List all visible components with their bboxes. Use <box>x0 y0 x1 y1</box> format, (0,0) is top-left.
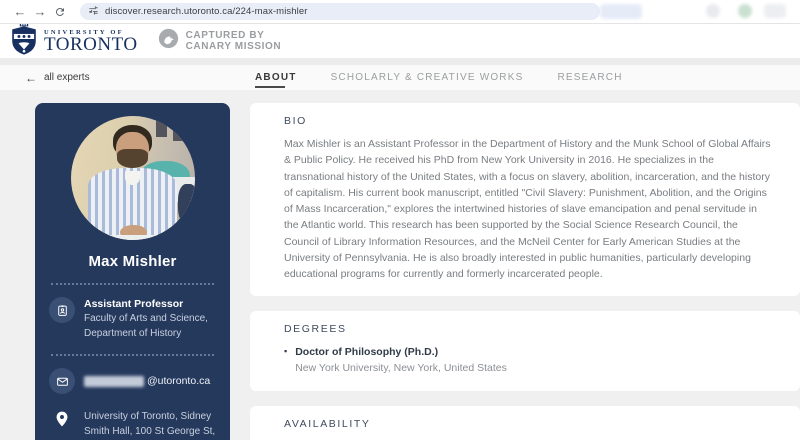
tab-research[interactable]: RESEARCH <box>557 65 622 90</box>
bullet-marker: ▪ <box>284 346 288 357</box>
blurred-menu-icon <box>764 4 786 18</box>
photo-background-window <box>156 118 168 138</box>
browser-forward-icon[interactable]: → <box>30 5 50 18</box>
active-tab-underline <box>255 86 285 88</box>
tab-scholarly-label: SCHOLARLY & CREATIVE WORKS <box>330 72 524 83</box>
tab-research-label: RESEARCH <box>557 72 623 83</box>
back-link-label: all experts <box>44 72 90 83</box>
browser-toolbar: ← → discover.research.utoronto.ca/224-ma… <box>0 0 800 24</box>
degrees-card: DEGREES ▪ Doctor of Philosophy (Ph.D.) N… <box>250 311 800 391</box>
url-text: discover.research.utoronto.ca/224-max-mi… <box>105 6 308 17</box>
back-arrow-icon: ← <box>25 70 37 85</box>
uoft-crest-icon <box>10 22 38 60</box>
bio-text: Max Mishler is an Assistant Professor in… <box>284 138 771 281</box>
availability-card: AVAILABILITY ▪ Masters Research or PhD s… <box>250 405 800 440</box>
role-line2: Department of History <box>84 327 182 339</box>
profile-name: Max Mishler <box>88 253 177 270</box>
redacted-email-username <box>84 375 144 387</box>
email-row: @utoronto.ca <box>35 356 230 395</box>
tab-scholarly-creative-works[interactable]: SCHOLARLY & CREATIVE WORKS <box>331 65 524 90</box>
browser-reload-icon[interactable] <box>50 6 70 18</box>
photo-background-person <box>178 184 195 224</box>
tab-about-label: ABOUT <box>255 72 297 83</box>
bio-card: BIO Max Mishler is an Assistant Professo… <box>250 103 800 297</box>
uoft-logotype[interactable]: UNIVERSITY OF TORONTO <box>44 29 138 55</box>
profile-sidebar-card: Max Mishler Assistant Professor Faculty … <box>35 103 230 440</box>
blurred-browser-element <box>600 4 642 19</box>
address-row: University of Toronto, Sidney Smith Hall… <box>35 394 230 440</box>
tabs: ABOUT SCHOLARLY & CREATIVE WORKS RESEARC… <box>255 65 623 90</box>
blurred-profile-avatar <box>738 4 752 18</box>
main-column: BIO Max Mishler is an Assistant Professo… <box>250 103 800 440</box>
degree-name: Doctor of Philosophy (Ph.D.) <box>295 346 439 359</box>
logo-toronto: TORONTO <box>44 33 138 55</box>
captured-badge-text: CAPTURED BY CANARY MISSION <box>186 30 282 53</box>
address-text: University of Toronto, Sidney Smith Hall… <box>84 411 216 437</box>
location-pin-icon <box>49 410 75 440</box>
degrees-section-title: DEGREES <box>284 323 347 336</box>
captured-line2: CANARY MISSION <box>185 41 282 52</box>
photo-table-edge <box>70 235 195 240</box>
captured-line1: CAPTURED BY <box>185 29 265 41</box>
id-badge-icon <box>49 297 75 323</box>
back-to-all-experts-link[interactable]: ← all experts <box>25 71 90 85</box>
degrees-list: ▪ Doctor of Philosophy (Ph.D.) New York … <box>284 344 774 377</box>
email-icon <box>49 368 75 395</box>
role-title: Assistant Professor <box>84 298 184 310</box>
email-domain: @utoronto.ca <box>147 375 211 388</box>
page-content: Max Mishler Assistant Professor Faculty … <box>0 90 800 440</box>
site-settings-icon[interactable] <box>88 3 99 21</box>
photo-background-window <box>173 120 185 141</box>
tab-about[interactable]: ABOUT <box>255 65 297 90</box>
role-row: Assistant Professor Faculty of Arts and … <box>35 285 230 341</box>
email-text: @utoronto.ca <box>84 375 210 387</box>
bio-section-title: BIO <box>284 115 307 127</box>
browser-back-icon[interactable]: ← <box>10 5 30 18</box>
degree-institution: New York University, New York, United St… <box>295 362 507 375</box>
degree-item: ▪ Doctor of Philosophy (Ph.D.) New York … <box>284 344 774 377</box>
role-text: Assistant Professor Faculty of Arts and … <box>84 297 208 341</box>
profile-photo <box>70 116 195 240</box>
profile-tab-bar: ← all experts ABOUT SCHOLARLY & CREATIVE… <box>0 65 800 90</box>
canary-bird-icon <box>158 28 179 54</box>
address-bar[interactable]: discover.research.utoronto.ca/224-max-mi… <box>80 3 600 20</box>
role-line1: Faculty of Arts and Science, <box>84 313 208 325</box>
site-header: UNIVERSITY OF TORONTO CAPTURED BY CANARY… <box>0 22 800 60</box>
photo-person-beard <box>117 149 148 169</box>
header-divider-band <box>0 58 800 65</box>
availability-section-title: AVAILABILITY <box>284 417 371 430</box>
captured-badge: CAPTURED BY CANARY MISSION <box>158 28 282 54</box>
blurred-extension-icon <box>706 4 720 18</box>
